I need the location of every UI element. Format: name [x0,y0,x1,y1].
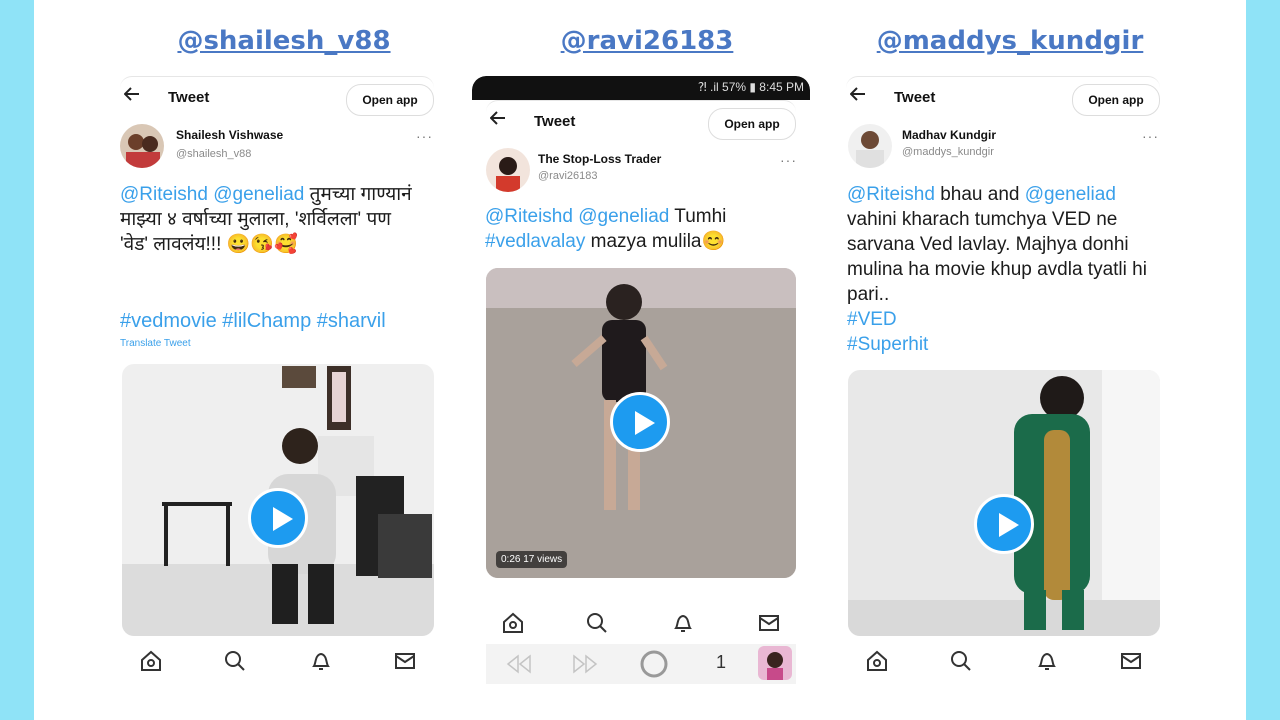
tweet-body: vahini kharach tumchya VED ne sarvana Ve… [847,209,1147,305]
tweet-text: @Riteishd @geneliad Tumhi #vedlavalay ma… [485,204,801,254]
open-app-button[interactable]: Open app [1072,84,1160,116]
tweet-body: Tumhi [674,206,727,227]
arrow-left-icon[interactable] [489,111,506,130]
open-app-button[interactable]: Open app [346,84,434,116]
handle-title-2[interactable]: @ravi26183 [497,26,797,56]
translate-link[interactable]: Translate Tweet [120,338,191,349]
tweet-screenshot-2: ⁈ .il 57% ▮ 8:45 PM Tweet Open app The S… [472,76,810,690]
more-options-icon[interactable]: ··· [1142,128,1159,144]
mail-icon[interactable] [756,610,782,636]
video-thumbnail[interactable]: 0:26 17 views [486,268,796,578]
tweet-text: @Riteishd bhau and @geneliad vahini khar… [847,182,1155,357]
home-icon[interactable] [500,610,526,636]
video-duration: 0:26 [501,554,521,565]
tweet-body: mazya mulila😊 [590,231,726,252]
hashtag-link[interactable]: #Superhit [847,334,928,355]
user-name[interactable]: Madhav Kundgir [902,128,996,142]
mention-link[interactable]: @geneliad [1025,184,1116,205]
player-controls: 1 [486,644,796,684]
hashtag-link[interactable]: #vedlavalay [485,231,585,252]
tweet-header-bar: Tweet Open app [846,76,1160,121]
user-handle[interactable]: @ravi26183 [538,170,597,182]
search-icon[interactable] [948,648,974,674]
mention-link[interactable]: @Riteishd [485,206,573,227]
search-icon[interactable] [584,610,610,636]
status-bar-text: ⁈ .il 57% ▮ 8:45 PM [697,80,804,94]
play-button-icon[interactable] [610,392,670,452]
more-options-icon[interactable]: ··· [780,152,797,168]
mention-link[interactable]: @Riteishd [847,184,935,205]
bottom-nav [120,636,434,686]
video-meta-badge: 0:26 17 views [496,551,568,568]
more-options-icon[interactable]: ··· [416,128,433,144]
page-counter: 1 [716,652,727,672]
open-app-button[interactable]: Open app [708,108,796,140]
tweet-header-bar: Tweet Open app [120,76,434,121]
bell-icon[interactable] [1034,648,1060,674]
mention-link[interactable]: @geneliad [213,184,304,205]
avatar[interactable] [848,124,892,168]
tweet-screenshot-3: Tweet Open app Madhav Kundgir @maddys_ku… [846,76,1160,686]
mention-link[interactable]: @geneliad [578,206,669,227]
user-handle[interactable]: @maddys_kundgir [902,146,994,158]
user-handle[interactable]: @shailesh_v88 [176,148,251,160]
mail-icon[interactable] [392,648,418,674]
user-name[interactable]: The Stop-Loss Trader [538,152,661,166]
home-icon[interactable] [138,648,164,674]
bottom-nav [486,606,796,642]
home-icon[interactable] [864,648,890,674]
video-views: 17 views [523,554,563,565]
header-title: Tweet [534,113,576,130]
arrow-left-icon[interactable] [849,87,866,106]
tweet-body: bhau and [940,184,1020,205]
video-thumbnail[interactable] [122,364,434,636]
handle-title-3[interactable]: @maddys_kundgir [860,26,1160,56]
avatar[interactable] [120,124,164,168]
video-thumbnail[interactable] [848,370,1160,636]
profile-thumbnail[interactable] [758,646,792,680]
tweet-text: @Riteishd @geneliad तुमच्या गाण्यानं माझ… [120,182,420,257]
mention-link[interactable]: @Riteishd [120,184,208,205]
mail-icon[interactable] [1118,648,1144,674]
hashtags[interactable]: #vedmovie #lilChamp #sharvil [120,310,386,333]
status-bar: ⁈ .il 57% ▮ 8:45 PM [472,76,810,100]
hashtag-link[interactable]: #VED [847,309,897,330]
avatar[interactable] [486,148,530,192]
bell-icon[interactable] [308,648,334,674]
tweet-screenshot-1: Tweet Open app Shailesh Vishwase @shaile… [120,76,434,686]
bottom-nav [846,636,1160,686]
header-title: Tweet [168,89,210,106]
bell-icon[interactable] [670,610,696,636]
user-name[interactable]: Shailesh Vishwase [176,128,283,142]
handle-title-1[interactable]: @shailesh_v88 [134,26,434,56]
rewind-icon[interactable] [506,654,532,679]
fast-forward-icon[interactable] [572,654,598,679]
loading-spinner-icon [638,648,670,685]
tweet-header-bar: Tweet Open app [486,100,796,145]
header-title: Tweet [894,89,936,106]
play-button-icon[interactable] [974,494,1034,554]
arrow-left-icon[interactable] [123,87,140,106]
search-icon[interactable] [222,648,248,674]
play-button-icon[interactable] [248,488,308,548]
